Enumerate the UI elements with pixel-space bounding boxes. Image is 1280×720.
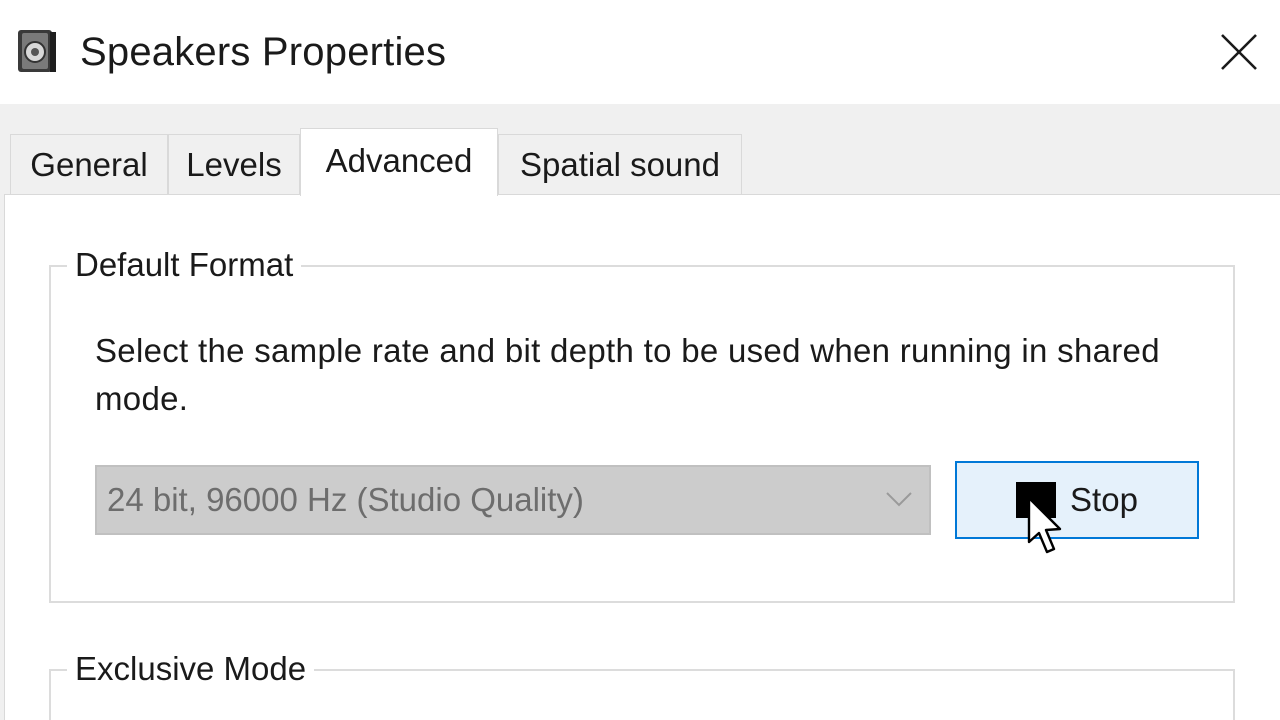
close-icon <box>1221 34 1257 70</box>
speaker-icon <box>18 30 56 72</box>
stop-test-button[interactable]: Stop <box>955 461 1199 539</box>
close-button[interactable] <box>1208 24 1270 80</box>
tab-advanced[interactable]: Advanced <box>300 128 498 196</box>
tab-spatial-sound[interactable]: Spatial sound <box>498 134 742 194</box>
sample-rate-value: 24 bit, 96000 Hz (Studio Quality) <box>107 481 584 518</box>
exclusive-mode-legend: Exclusive Mode <box>67 649 315 689</box>
tab-levels[interactable]: Levels <box>168 134 300 194</box>
stop-button-label: Stop <box>1070 481 1138 518</box>
sample-rate-select[interactable]: 24 bit, 96000 Hz (Studio Quality) <box>95 465 931 535</box>
default-format-legend: Default Format <box>67 245 302 285</box>
default-format-description: Select the sample rate and bit depth to … <box>95 332 1160 417</box>
tab-general[interactable]: General <box>10 134 168 194</box>
advanced-tab-panel: Default Format Select the sample rate an… <box>4 194 1280 720</box>
mouse-pointer-icon <box>1027 496 1062 554</box>
title-bar: Speakers Properties <box>0 0 1280 104</box>
window-title: Speakers Properties <box>80 30 447 74</box>
dialog-client-area: General Levels Advanced Spatial sound De… <box>0 104 1280 720</box>
chevron-down-icon <box>886 492 912 507</box>
exclusive-mode-group: Exclusive Mode <box>49 649 1235 720</box>
